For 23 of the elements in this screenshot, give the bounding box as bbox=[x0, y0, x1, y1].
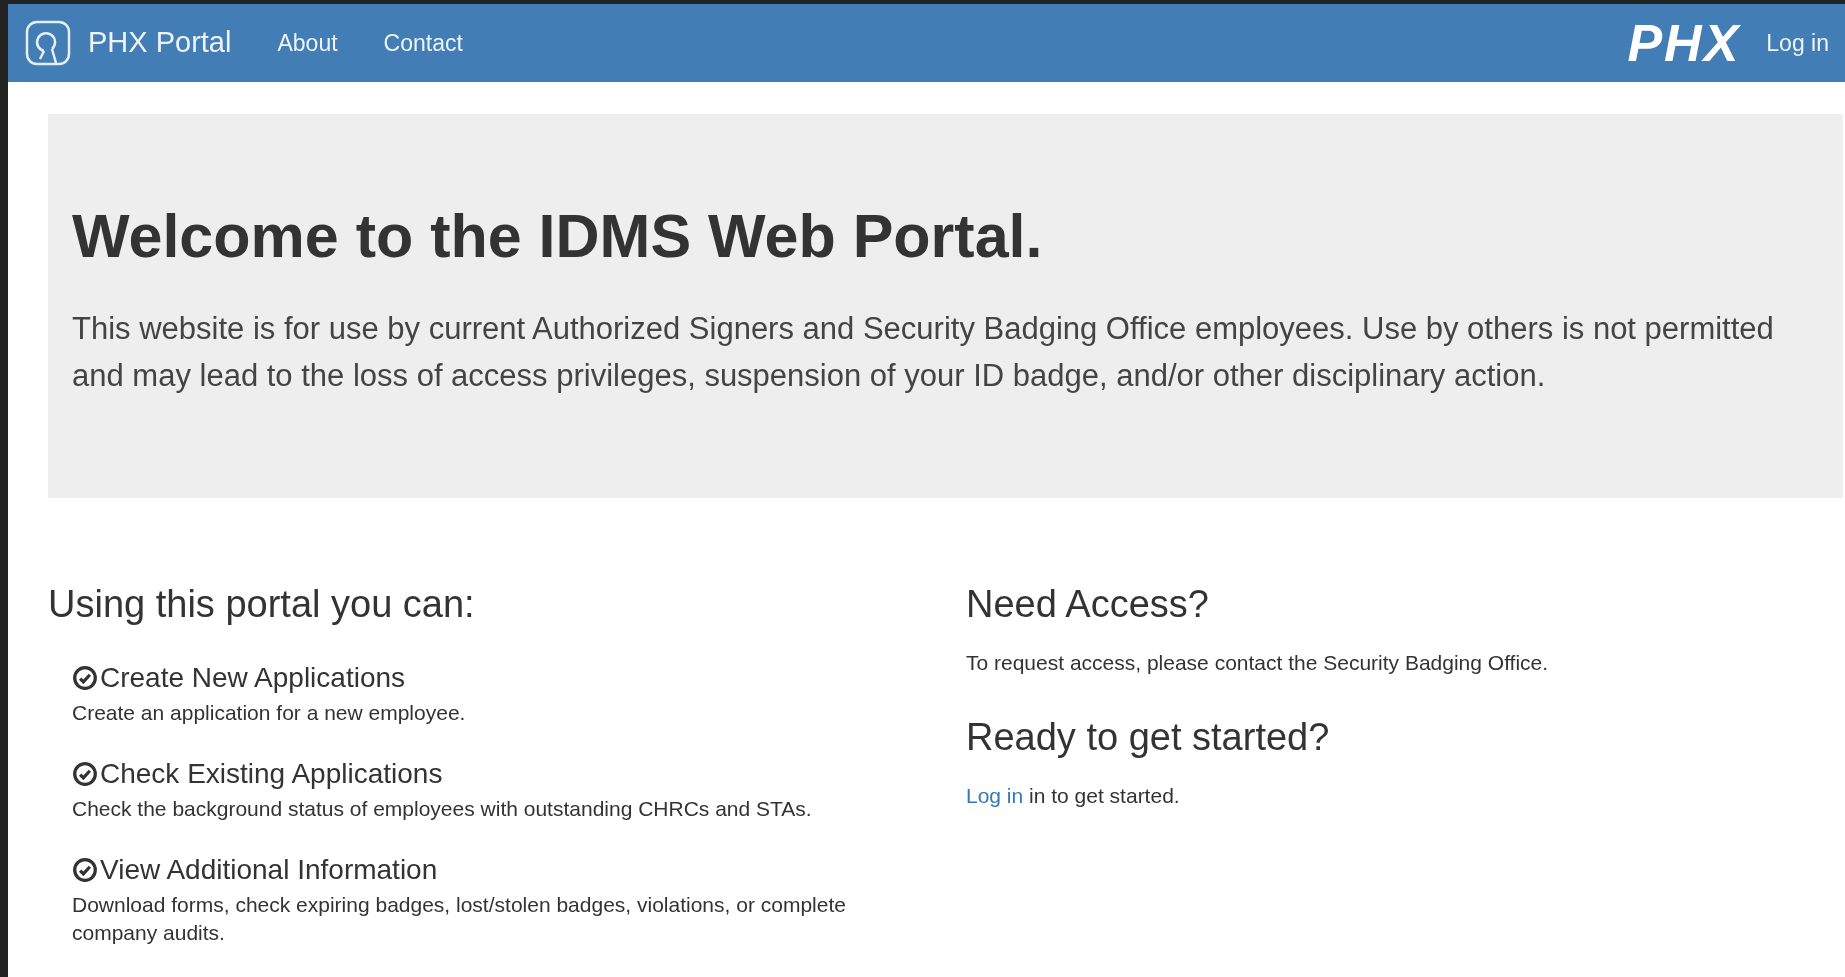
brand-link[interactable]: PHX Portal bbox=[88, 21, 232, 65]
start-text: Log in in to get started. bbox=[966, 782, 1181, 809]
access-heading: Need Access? bbox=[966, 582, 1210, 627]
feature-title: View Additional Information bbox=[100, 853, 438, 887]
portal-logo-icon[interactable] bbox=[24, 19, 72, 67]
hero-text: This website is for use by current Authorized Signers and Security Badging Office employees. Use by others is not permitted and may lead to the loss of access privileges, suspension of your ID badge, and/or other disciplinary action. bbox=[72, 310, 1775, 395]
feature-text: Create an application for a new employee. bbox=[72, 700, 467, 726]
phx-logo: PHX bbox=[1627, 17, 1741, 69]
feature-text: Check the background status of employees with outstanding CHRCs and STAs. bbox=[72, 796, 813, 822]
feature-title: Check Existing Applications bbox=[100, 757, 443, 791]
access-text: To request access, please contact the Security Badging Office. bbox=[966, 650, 1550, 676]
hero-title: Welcome to the IDMS Web Portal. bbox=[72, 206, 1044, 267]
features-heading: Using this portal you can: bbox=[48, 582, 476, 627]
check-circle-icon bbox=[72, 761, 98, 787]
check-circle-icon bbox=[72, 857, 98, 883]
check-circle-icon bbox=[72, 665, 98, 691]
login-link[interactable]: Log in bbox=[966, 783, 1024, 807]
nav-link[interactable]: Contact bbox=[383, 25, 463, 61]
login-link[interactable]: Log in bbox=[1766, 25, 1829, 61]
feature-title: Create New Applications bbox=[100, 661, 406, 695]
start-heading: Ready to get started? bbox=[966, 714, 1331, 760]
feature-text: Download forms, check expiring badges, lost/stolen badges, violations, or complete company audits. bbox=[72, 892, 847, 946]
nav-link[interactable]: About bbox=[277, 25, 338, 61]
